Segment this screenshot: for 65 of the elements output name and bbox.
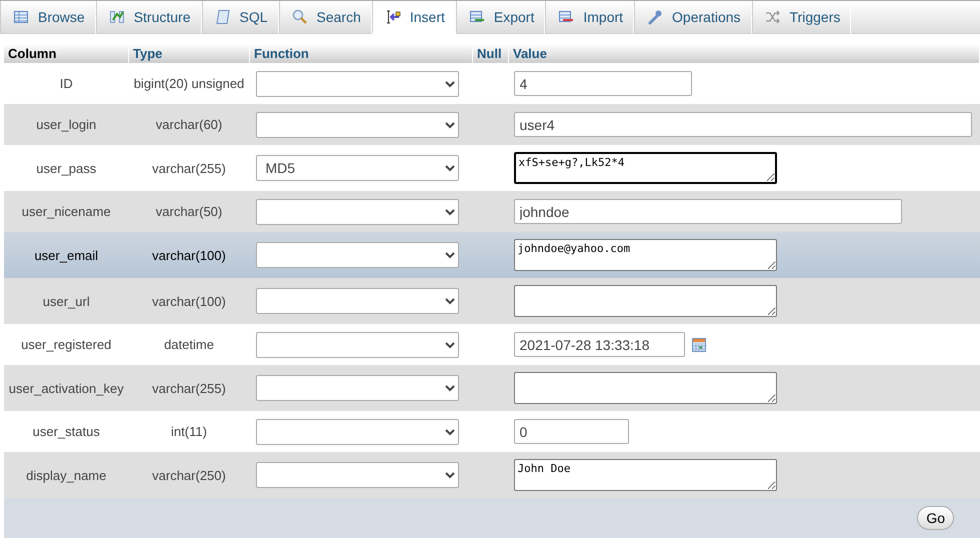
function-select[interactable] <box>256 462 458 488</box>
table-icon <box>13 9 29 25</box>
column-header: Column <box>4 44 128 63</box>
table-cell: varchar(60) <box>128 104 250 145</box>
value-field[interactable]: johndoe <box>514 199 902 224</box>
function-select[interactable] <box>256 418 458 444</box>
column-header: Type <box>128 44 250 63</box>
column-header: Null <box>472 44 508 63</box>
table-cell: user_registered <box>4 324 128 365</box>
tab[interactable]: Operations <box>634 1 752 34</box>
table-cell: user_activation_key <box>4 365 128 411</box>
table-cell: varchar(250) <box>128 452 250 498</box>
wrench-icon <box>647 9 664 25</box>
value-textarea[interactable] <box>514 372 776 404</box>
table-cell: user_status <box>4 411 128 452</box>
value-field[interactable]: 0 <box>514 419 628 444</box>
value-textarea[interactable]: John Doe <box>514 459 776 491</box>
function-select[interactable] <box>256 242 458 268</box>
table-cell: varchar(255) <box>128 145 250 191</box>
table-cell: display_name <box>4 452 128 498</box>
export-icon <box>468 9 485 25</box>
tab[interactable]: Import <box>545 1 634 34</box>
function-select[interactable] <box>256 112 458 138</box>
tab[interactable]: Insert <box>372 1 456 34</box>
column-header: Value <box>508 44 980 63</box>
function-select[interactable] <box>256 198 458 224</box>
function-select[interactable] <box>256 288 458 314</box>
structure-icon <box>108 9 125 25</box>
tab[interactable]: Export <box>456 1 546 34</box>
table-cell: varchar(100) <box>128 278 250 324</box>
table-cell: user_url <box>4 278 128 324</box>
table-cell: varchar(100) <box>128 232 250 278</box>
table-cell: user_login <box>4 104 128 145</box>
tab[interactable]: Triggers <box>752 1 852 34</box>
table-cell: user_nicename <box>4 191 128 232</box>
table-cell: varchar(255) <box>128 365 250 411</box>
function-select[interactable] <box>256 70 458 96</box>
tab[interactable]: Browse <box>0 1 96 34</box>
table-cell: int(11) <box>128 411 250 452</box>
tab[interactable]: SQL <box>202 1 279 34</box>
import-icon <box>558 9 574 25</box>
shuffle-icon <box>764 9 781 25</box>
table-cell: varchar(50) <box>128 191 250 232</box>
search-icon <box>292 9 308 25</box>
value-field[interactable]: 4 <box>514 71 692 96</box>
function-select[interactable] <box>256 332 458 358</box>
value-textarea[interactable] <box>514 285 776 317</box>
insert-icon <box>384 9 401 25</box>
tab[interactable]: Structure <box>96 1 202 34</box>
scroll-icon <box>214 9 230 25</box>
table-cell: user_email <box>4 232 128 278</box>
table-cell: bigint(20) unsigned <box>128 63 250 104</box>
table-cell: ID <box>4 63 128 104</box>
value-field[interactable]: user4 <box>514 112 972 137</box>
column-header: Function <box>250 44 472 63</box>
table-cell: datetime <box>128 324 250 365</box>
calendar-icon[interactable] <box>692 338 706 352</box>
table-cell: user_pass <box>4 145 128 191</box>
value-field[interactable]: 2021-07-28 13:33:18 <box>514 332 684 357</box>
value-textarea[interactable]: xfS+se+g?,Lk52*4 <box>514 152 776 184</box>
function-select[interactable] <box>256 375 458 401</box>
value-textarea[interactable]: johndoe@yahoo.com <box>514 239 776 271</box>
tab[interactable]: Search <box>278 1 372 34</box>
go-button[interactable]: Go <box>917 506 954 530</box>
function-select[interactable]: MD5 <box>256 155 458 181</box>
